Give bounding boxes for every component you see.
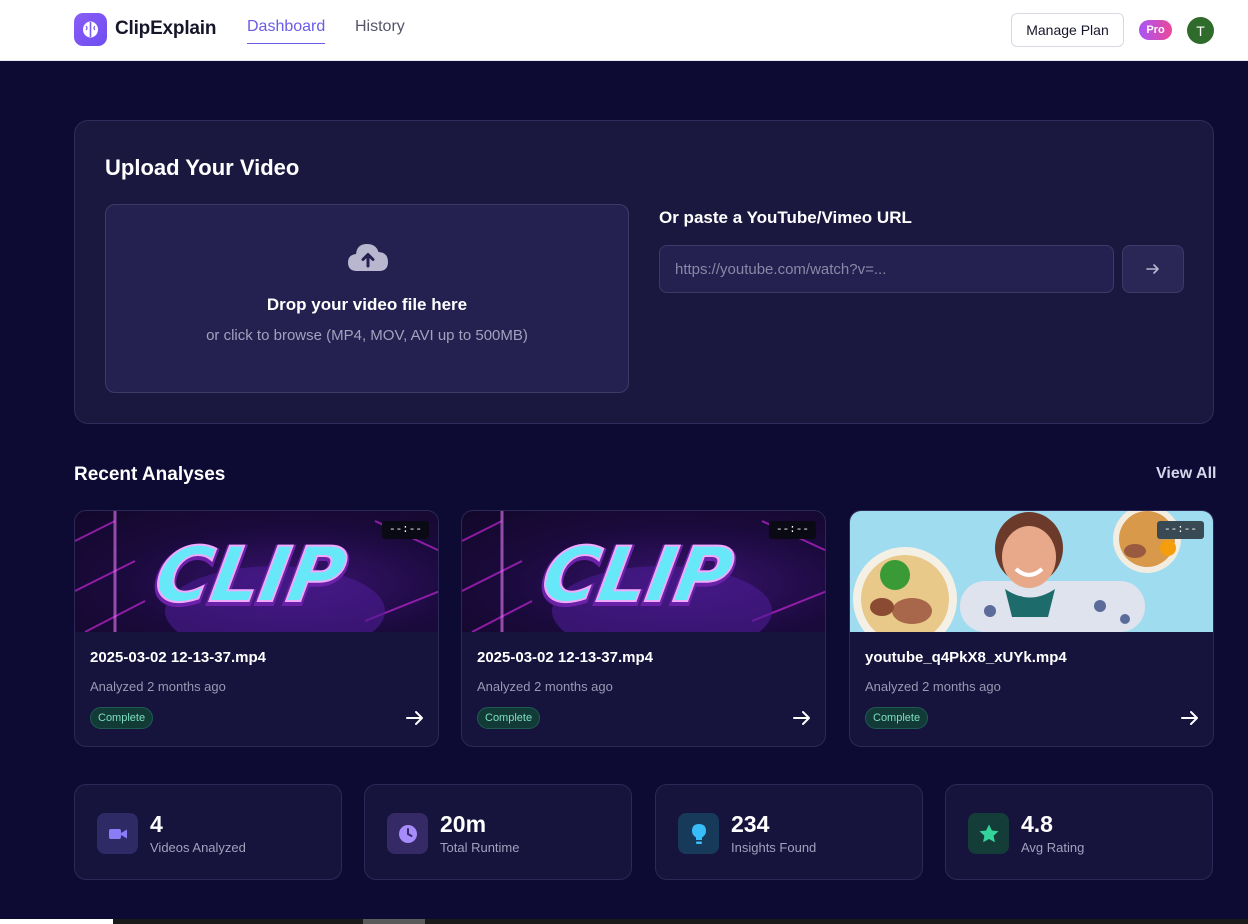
dropzone-title: Drop your video file here [266,295,468,314]
stat-card-runtime: 20m Total Runtime [364,784,632,880]
brand-name[interactable]: ClipExplain [115,18,216,40]
manage-plan-button[interactable]: Manage Plan [1011,13,1124,47]
stat-value: 4 [150,811,163,837]
analysis-card[interactable]: --:-- youtube_q4PkX8_xUYk.mp4 Analyzed 2… [849,510,1214,747]
stat-label: Videos Analyzed [150,840,246,855]
nav-history[interactable]: History [355,18,405,36]
taskbar-strip [0,919,1248,924]
video-dropzone[interactable]: Drop your video file here or click to br… [105,204,629,393]
avatar[interactable]: T [1187,17,1214,44]
clock-icon [387,813,428,854]
brain-logo-icon[interactable] [74,13,107,46]
cloud-upload-icon [348,244,388,271]
nav-dashboard[interactable]: Dashboard [247,18,326,44]
video-url-input[interactable] [659,245,1114,293]
stat-label: Total Runtime [440,840,520,855]
card-title: youtube_q4PkX8_xUYk.mp4 [865,649,1067,666]
taskbar-segment [0,919,113,924]
duration-badge: --:-- [768,521,816,539]
card-title: 2025-03-02 12-13-37.mp4 [477,649,653,666]
arrow-right-icon [1146,264,1159,274]
upload-title: Upload Your Video [105,155,300,180]
clip-thumbnail-text: CLIP [149,532,353,620]
card-title: 2025-03-02 12-13-37.mp4 [90,649,266,666]
duration-badge: --:-- [1156,521,1204,539]
lightbulb-icon [678,813,719,854]
plan-badge: Pro [1139,20,1172,40]
url-submit-button[interactable] [1122,245,1184,293]
top-navbar: ClipExplain Dashboard History Manage Pla… [0,0,1248,61]
stat-value: 20m [440,811,487,837]
stat-card-rating: 4.8 Avg Rating [945,784,1213,880]
dropzone-subtitle: or click to browse (MP4, MOV, AVI up to … [206,327,528,344]
card-meta: Analyzed 2 months ago [477,679,613,694]
video-thumbnail: CLIP CLIP --:-- [75,511,438,632]
stat-label: Insights Found [731,840,817,855]
status-badge: Complete [477,707,541,729]
upload-panel: Upload Your Video Drop your video file h… [74,120,1214,424]
recent-analyses-title: Recent Analyses [74,464,226,485]
analysis-card[interactable]: CLIP CLIP --:-- 2025-03-02 12-13-37.mp4 … [461,510,826,747]
url-label: Or paste a YouTube/Vimeo URL [659,208,912,227]
video-thumbnail: --:-- [850,511,1213,632]
stat-label: Avg Rating [1021,840,1085,855]
stat-card-videos: 4 Videos Analyzed [74,784,342,880]
status-badge: Complete [865,707,929,729]
arrow-right-icon[interactable] [406,710,424,726]
status-badge: Complete [90,707,154,729]
arrow-right-icon[interactable] [1181,710,1199,726]
video-thumbnail: CLIP CLIP --:-- [462,511,825,632]
stat-value: 4.8 [1021,811,1053,837]
arrow-right-icon[interactable] [793,710,811,726]
video-camera-icon [97,813,138,854]
analysis-card[interactable]: CLIP CLIP --:-- 2025-03-02 12-13-37.mp4 … [74,510,439,747]
stat-card-insights: 234 Insights Found [655,784,923,880]
clip-thumbnail-text: CLIP [536,532,740,620]
card-meta: Analyzed 2 months ago [90,679,226,694]
duration-badge: --:-- [381,521,429,539]
star-icon [968,813,1009,854]
card-meta: Analyzed 2 months ago [865,679,1001,694]
stat-value: 234 [731,811,770,837]
view-all-link[interactable]: View All [1156,465,1216,483]
taskbar-segment [363,919,425,924]
